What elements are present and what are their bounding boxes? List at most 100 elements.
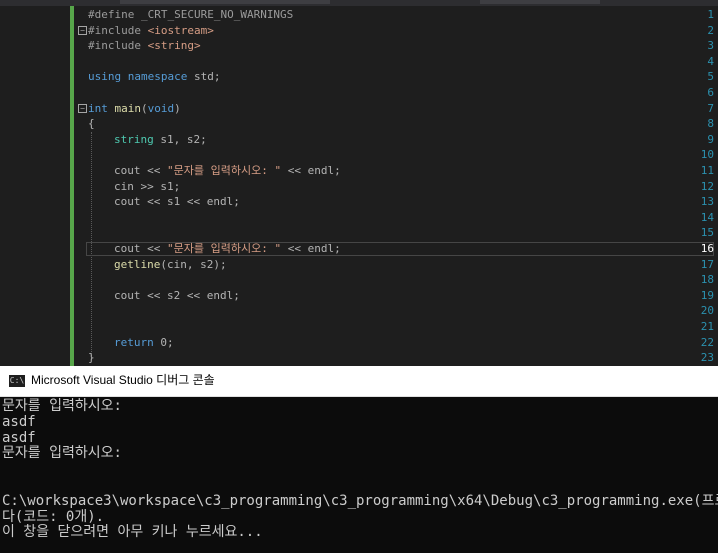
code-token: endl; bbox=[307, 164, 341, 177]
code-token: { bbox=[88, 117, 95, 131]
line-number: 8 bbox=[707, 117, 714, 131]
code-token: cout bbox=[114, 242, 141, 255]
line-number: 5 bbox=[707, 70, 714, 84]
console-line: asdf bbox=[2, 429, 36, 446]
change-tracking-bar bbox=[70, 6, 74, 366]
code-line[interactable]: { bbox=[88, 116, 95, 132]
code-line[interactable]: using namespace std; bbox=[88, 69, 220, 85]
line-number: 7 bbox=[707, 101, 714, 115]
line-number: 20 bbox=[700, 304, 714, 318]
code-token: return bbox=[114, 335, 154, 349]
line-number: 12 bbox=[700, 179, 714, 193]
code-token: s1; bbox=[160, 179, 181, 193]
code-token: } bbox=[88, 351, 95, 365]
code-token: std; bbox=[187, 70, 221, 84]
code-token: << bbox=[140, 195, 167, 209]
console-line: 다(코드: 0개). bbox=[2, 508, 105, 525]
line-number: 16 bbox=[700, 242, 714, 255]
code-line[interactable]: return 0; bbox=[114, 335, 174, 351]
code-token: cin bbox=[114, 179, 134, 193]
document-tab[interactable] bbox=[120, 0, 330, 4]
code-token: endl; bbox=[307, 242, 341, 255]
code-token: cout bbox=[114, 288, 141, 302]
code-line[interactable]: #include <string> bbox=[88, 38, 201, 54]
code-token: main bbox=[114, 101, 142, 115]
code-line[interactable]: getline(cin, s2); bbox=[114, 257, 227, 273]
console-line: 문자를 입력하시오: bbox=[2, 445, 122, 462]
code-line[interactable]: #define _CRT_SECURE_NO_WARNINGS bbox=[88, 7, 293, 23]
code-token: << bbox=[281, 242, 308, 255]
collapse-toggle-icon[interactable]: − bbox=[78, 26, 87, 35]
console-line: 이 창을 닫으려면 아무 키나 누르세요... bbox=[2, 524, 263, 541]
code-line[interactable]: cin >> s1; bbox=[114, 179, 180, 195]
line-number: 2 bbox=[707, 23, 714, 37]
code-editor[interactable]: − − 1 2 3 4 5 6 7 8 9 10 11 12 13 14 15 16 17 18 19 20 21 22 2… bbox=[0, 0, 718, 366]
code-token: s1, s2; bbox=[153, 132, 207, 146]
code-token: int bbox=[88, 101, 108, 115]
code-line[interactable]: string s1, s2; bbox=[114, 132, 207, 148]
code-line[interactable]: #include <iostream> bbox=[88, 23, 214, 39]
line-number: 19 bbox=[700, 288, 714, 302]
code-token: 0; bbox=[153, 335, 174, 349]
code-token: ) bbox=[174, 101, 181, 115]
code-token: void bbox=[147, 101, 175, 115]
line-number: 1 bbox=[707, 8, 714, 21]
code-line[interactable]: cout << "문자를 입력하시오: " << endl; bbox=[114, 163, 341, 179]
line-number: 4 bbox=[707, 54, 714, 68]
code-token: s2 bbox=[167, 288, 181, 302]
line-number: 15 bbox=[700, 226, 714, 240]
console-line: 문자를 입력하시오: bbox=[2, 398, 122, 414]
line-number: 14 bbox=[700, 210, 714, 224]
line-number: 21 bbox=[700, 320, 714, 333]
console-line: C:\workspace3\workspace\c3_programming\c… bbox=[2, 492, 718, 509]
code-token: ( bbox=[141, 101, 148, 115]
code-token: << bbox=[140, 288, 167, 302]
code-token: #include bbox=[88, 39, 141, 53]
code-token: <iostream> bbox=[147, 23, 214, 37]
code-token: <string> bbox=[147, 39, 201, 53]
console-window-title: Microsoft Visual Studio 디버그 콘솔 bbox=[31, 373, 215, 387]
line-number: 13 bbox=[700, 195, 714, 209]
code-line[interactable]: cout << "문자를 입력하시오: " << endl; bbox=[114, 241, 341, 257]
collapse-toggle-icon[interactable]: − bbox=[78, 104, 87, 113]
line-number: 10 bbox=[700, 148, 714, 162]
console-line: asdf bbox=[2, 413, 36, 430]
console-app-icon: C:\ bbox=[9, 375, 25, 387]
line-number-gutter bbox=[0, 6, 56, 366]
code-token: string bbox=[114, 132, 154, 146]
code-token: using bbox=[88, 70, 122, 84]
code-token: #define bbox=[88, 8, 135, 21]
code-token: << bbox=[281, 164, 308, 177]
code-token: (cin, s2); bbox=[160, 257, 227, 271]
line-number: 17 bbox=[700, 257, 714, 271]
code-token: endl; bbox=[206, 195, 240, 209]
line-number: 9 bbox=[707, 132, 714, 146]
console-output[interactable]: 문자를 입력하시오: asdf asdf 문자를 입력하시오: C:\workspace… bbox=[0, 397, 718, 553]
code-token: #include bbox=[88, 23, 141, 37]
code-token: << bbox=[140, 164, 167, 177]
line-number: 11 bbox=[700, 164, 714, 177]
code-line[interactable]: cout << s2 << endl; bbox=[114, 288, 240, 304]
code-token: cout bbox=[114, 195, 141, 209]
code-token: _CRT_SECURE_NO_WARNINGS bbox=[140, 8, 294, 21]
code-token: endl; bbox=[206, 288, 240, 302]
document-tab-strip bbox=[0, 0, 718, 6]
code-token: << bbox=[180, 288, 207, 302]
document-tab[interactable] bbox=[480, 0, 600, 4]
line-number: 23 bbox=[700, 351, 714, 365]
code-token: s1 bbox=[167, 195, 181, 209]
code-line[interactable]: int main(void) bbox=[88, 101, 181, 117]
code-token: "문자를 입력하시오: " bbox=[167, 164, 282, 177]
code-line[interactable]: cout << s1 << endl; bbox=[114, 194, 240, 210]
code-line[interactable]: } bbox=[88, 350, 95, 366]
line-number: 6 bbox=[707, 86, 714, 99]
line-number: 18 bbox=[700, 273, 714, 287]
code-token: cout bbox=[114, 164, 141, 177]
code-token: namespace bbox=[127, 70, 188, 84]
code-token: << bbox=[180, 195, 207, 209]
